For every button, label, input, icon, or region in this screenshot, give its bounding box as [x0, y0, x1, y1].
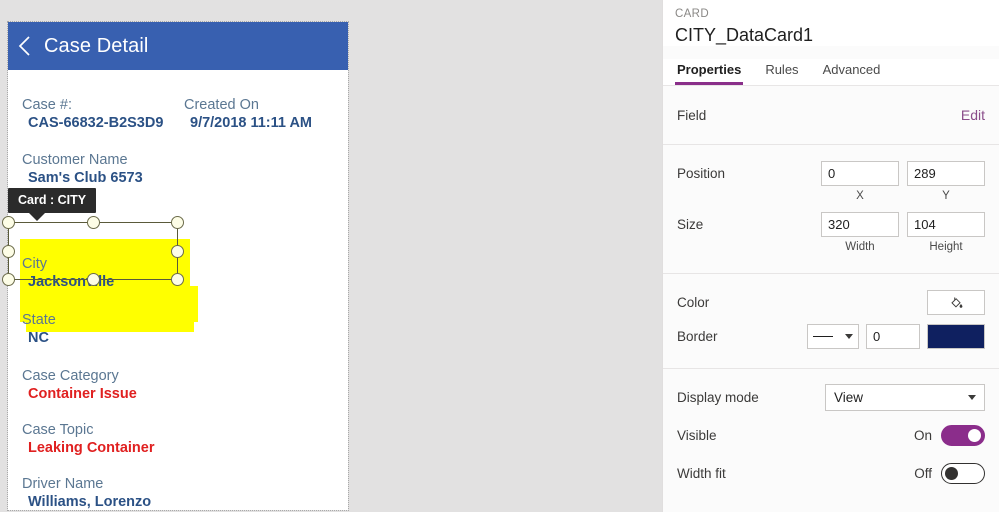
tab-advanced[interactable]: Advanced	[821, 59, 883, 85]
design-canvas[interactable]: Case Detail Case #: CAS-66832-B2S3D9 Cre…	[0, 0, 662, 512]
paint-bucket-icon[interactable]	[927, 289, 985, 315]
app-root: Case Detail Case #: CAS-66832-B2S3D9 Cre…	[0, 0, 999, 512]
field-case-topic: Case Topic Leaking Container	[22, 421, 155, 457]
field-driver-name: Driver Name Williams, Lorenzo	[22, 475, 151, 511]
border-thickness-input[interactable]: 0	[866, 323, 920, 349]
edit-field-link[interactable]: Edit	[961, 107, 985, 123]
field-state: State NC	[22, 311, 56, 347]
position-label: Position	[677, 165, 726, 181]
section-field: Field Edit	[663, 86, 999, 145]
visible-state-text: On	[913, 427, 932, 443]
field-value: CAS-66832-B2S3D9	[28, 115, 164, 131]
toggle-knob	[945, 466, 958, 480]
field-label: Created On	[184, 97, 259, 113]
card-tooltip: Card : CITY	[8, 188, 97, 221]
field-customer-name: Customer Name Sam's Club 6573	[22, 151, 143, 187]
position-y-caption: Y	[942, 190, 950, 202]
field-label: Driver Name	[22, 476, 104, 492]
width-fit-toggle[interactable]	[941, 462, 985, 484]
field-value: 9/7/2018 11:11 AM	[190, 115, 312, 131]
page-title: Case Detail	[44, 34, 149, 57]
field-value: Leaking Container	[28, 440, 155, 456]
visible-toggle[interactable]	[941, 424, 985, 446]
field-label: Case Topic	[22, 422, 94, 438]
width-fit-label: Width fit	[677, 465, 726, 481]
field-value: Container Issue	[28, 386, 137, 402]
field-value: Jacksonville	[28, 274, 115, 290]
field-case-category: Case Category Container Issue	[22, 367, 137, 403]
section-position-size: Position 0 289 X Y Size 320 104 Width He…	[663, 145, 999, 274]
field-row-label: Field	[677, 107, 707, 123]
form-header-bar: Case Detail	[8, 22, 348, 70]
field-label: Case #:	[22, 97, 72, 113]
section-color-border: Color Border 0	[663, 274, 999, 369]
border-style-select[interactable]	[807, 323, 859, 349]
border-color-swatch[interactable]	[927, 323, 985, 349]
field-created-on: Created On 9/7/2018 11:11 AM	[184, 96, 312, 132]
chevron-left-icon[interactable]	[8, 22, 42, 70]
size-height-caption: Height	[929, 241, 963, 253]
section-display-options: Display mode View Visible On Width fit O…	[663, 369, 999, 505]
chevron-down-icon	[968, 394, 976, 400]
case-detail-form[interactable]: Case Detail Case #: CAS-66832-B2S3D9 Cre…	[7, 21, 349, 511]
size-width-input[interactable]: 320	[821, 211, 899, 237]
position-y-input[interactable]: 289	[907, 160, 985, 186]
panel-header: CARD CITY_DataCard1	[663, 0, 999, 46]
display-mode-value: View	[834, 389, 864, 405]
border-label: Border	[677, 328, 718, 344]
size-width-caption: Width	[845, 241, 875, 253]
size-height-input[interactable]: 104	[907, 211, 985, 237]
size-label: Size	[677, 216, 704, 232]
visible-label: Visible	[677, 427, 717, 443]
field-value: NC	[28, 330, 49, 346]
field-label: State	[22, 312, 56, 328]
color-label: Color	[677, 294, 710, 310]
form-fields-container: Case #: CAS-66832-B2S3D9 Created On 9/7/…	[8, 70, 348, 510]
panel-tabs: Properties Rules Advanced	[663, 59, 999, 86]
display-mode-select[interactable]: View	[825, 383, 985, 411]
properties-panel: CARD CITY_DataCard1 Properties Rules Adv…	[662, 0, 999, 512]
field-label: Case Category	[22, 368, 119, 384]
field-value: Sam's Club 6573	[28, 170, 143, 186]
tooltip-arrow-icon	[28, 212, 46, 221]
field-city: City Jacksonville	[22, 255, 114, 291]
position-x-caption: X	[856, 190, 864, 202]
tab-properties[interactable]: Properties	[675, 59, 744, 85]
panel-control-name: CITY_DataCard1	[675, 25, 814, 45]
chevron-down-icon	[845, 333, 853, 339]
display-mode-label: Display mode	[677, 389, 759, 405]
panel-kicker: CARD	[675, 8, 709, 20]
position-x-input[interactable]: 0	[821, 160, 899, 186]
card-tooltip-label: Card : CITY	[18, 193, 87, 207]
field-case-number: Case #: CAS-66832-B2S3D9	[22, 96, 163, 132]
width-fit-state-text: Off	[914, 465, 932, 481]
field-label: Customer Name	[22, 152, 128, 168]
field-label: City	[22, 256, 47, 272]
toggle-knob	[968, 428, 981, 442]
solid-line-icon	[813, 335, 833, 337]
field-value: Williams, Lorenzo	[28, 494, 152, 510]
tab-rules[interactable]: Rules	[763, 59, 800, 85]
